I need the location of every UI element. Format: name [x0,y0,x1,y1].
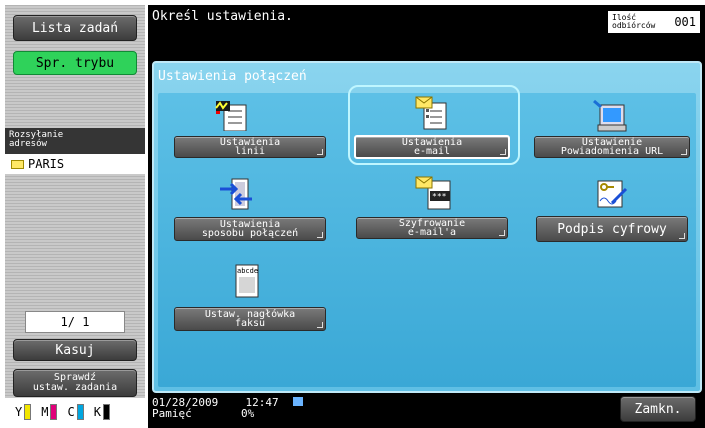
digital-signature-label: Podpis cyfrowy [557,221,667,237]
button-corner [317,149,323,155]
address-broadcast-label: Rozsyłanie adresów [5,128,145,154]
toner-m-letter: M [41,404,49,419]
email-settings-icon [415,96,447,130]
address-label-line2: adresów [9,139,47,149]
page-counter: 1/ 1 [25,311,125,333]
delete-label: Kasuj [55,342,95,358]
url-notification-icon [593,99,627,132]
email-settings-line2: e-mail [413,146,451,157]
toner-k-letter: K [93,404,101,419]
toner-black: K [93,403,110,420]
button-corner [317,322,323,328]
toner-m-bar [50,403,58,420]
mode-check-button[interactable]: Spr. trybu [13,51,137,75]
job-list-label: Lista zadań [31,20,119,36]
status-bar: 01/28/2009 12:47 Pamięć 0% [152,397,304,419]
button-corner [500,149,506,155]
toner-magenta: M [41,403,58,420]
check-job-line2: ustaw. zadania [32,382,118,393]
fax-header-line2: faksu [234,318,266,329]
recipients-label: Ilość odbiórców [612,13,656,30]
email-encryption-button[interactable]: Szyfrowanie e-mail'a [356,217,508,239]
memory-label: Pamięć [152,407,192,420]
toner-y-bar [24,403,32,420]
line-settings-icon [215,101,247,131]
instruction-message: Określ ustawienia. [152,9,293,24]
line-settings-line2: linii [234,146,266,157]
network-status-icon [293,397,304,406]
fax-header-icon: abcde [235,264,259,298]
toner-levels: Y M C K [5,398,145,425]
recipients-count: 001 [674,15,696,29]
button-corner [681,149,687,155]
digital-signature-button[interactable]: Podpis cyfrowy [536,216,688,242]
svg-text:abcde: abcde [237,267,258,275]
destination-item[interactable]: PARIS [5,154,145,174]
destination-name: PARIS [28,157,65,171]
toner-c-bar [76,403,84,420]
close-button[interactable]: Zamkn. [620,396,696,422]
job-list-button[interactable]: Lista zadań [13,15,137,41]
button-corner [317,232,323,238]
delete-button[interactable]: Kasuj [13,339,137,361]
line-settings-button[interactable]: Ustawienia linii [174,136,326,158]
fax-header-button[interactable]: Ustaw. nagłówka faksu [174,307,326,331]
button-corner [499,230,505,236]
toner-y-letter: Y [15,404,23,419]
main-area: Określ ustawienia. Ilość odbiórców 001 U… [148,5,705,428]
check-job-settings-button[interactable]: Sprawdź ustaw. zadania [13,369,137,397]
url-notification-button[interactable]: Ustawienie Powiadomienia URL [534,136,690,158]
recipients-counter: Ilość odbiórców 001 [608,11,700,33]
page-counter-text: 1/ 1 [60,315,90,329]
panel-body: Ustawienia linii Ustawienia e-mail Ustaw… [158,85,696,387]
url-notification-line2: Powiadomienia URL [560,146,664,157]
email-encryption-icon: *** [415,176,451,210]
toner-c-letter: C [67,404,75,419]
envelope-icon [11,159,24,169]
email-settings-button[interactable]: Ustawienia e-mail [354,135,510,159]
panel-title: Ustawienia połączeń [158,69,307,84]
status-memory: Pamięć 0% [152,408,303,419]
email-encryption-line2: e-mail'a [407,227,457,238]
mode-check-label: Spr. trybu [35,55,115,71]
sidebar: Lista zadań Spr. trybu Rozsyłanie adresó… [5,5,145,425]
memory-value: 0% [241,407,255,420]
close-label: Zamkn. [634,401,682,417]
toner-cyan: C [67,403,84,420]
button-corner [679,233,685,239]
svg-text:***: *** [432,192,447,201]
toner-yellow: Y [15,403,32,420]
connection-method-button[interactable]: Ustawienia sposobu połączeń [174,217,326,241]
connection-method-line2: sposobu połączeń [201,228,299,239]
connection-settings-panel: Ustawienia połączeń Ustawienia linii Ust… [152,61,702,393]
digital-signature-icon [597,180,628,208]
screen: Lista zadań Spr. trybu Rozsyłanie adresó… [0,0,705,428]
connection-method-icon [220,178,252,210]
toner-k-bar [102,403,110,420]
